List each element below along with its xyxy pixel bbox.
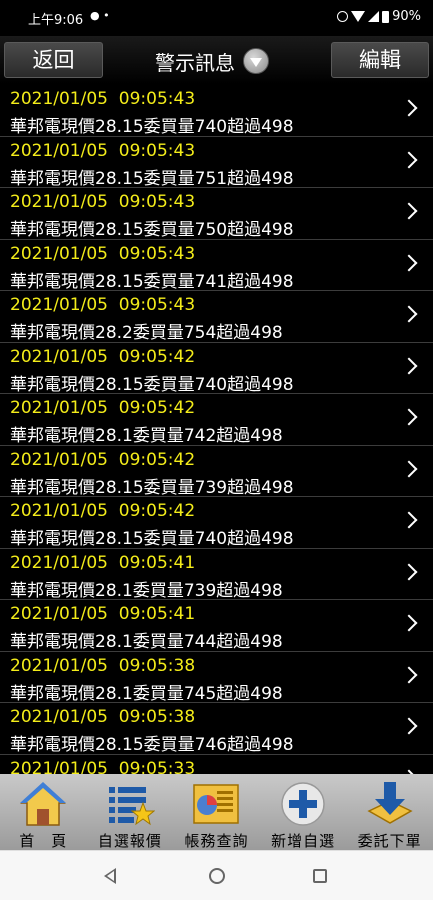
battery-level: 90%	[392, 9, 421, 24]
chevron-right-icon	[400, 666, 418, 683]
alert-row[interactable]: 2021/01/05 09:05:43 華邦電現價28.15委買量750超過498	[0, 188, 433, 240]
alert-message: 華邦電現價28.1委買量744超過498	[10, 632, 283, 652]
chevron-right-icon	[400, 151, 418, 168]
alert-timestamp: 2021/01/05 09:05:43	[10, 89, 196, 109]
nav-watchlist[interactable]: 自選報價	[87, 774, 174, 850]
alert-row[interactable]: 2021/01/05 09:05:42 華邦電現價28.15委買量740超過498	[0, 343, 433, 395]
alert-row[interactable]: 2021/01/05 09:05:42 華邦電現價28.1委買量742超過498	[0, 394, 433, 446]
alert-timestamp: 2021/01/05 09:05:38	[10, 655, 196, 676]
alert-timestamp: 2021/01/05 09:05:42	[10, 346, 196, 367]
alert-timestamp: 2021/01/05 09:05:38	[10, 707, 196, 727]
alert-message: 華邦電現價28.15委買量746超過498	[10, 735, 294, 755]
wifi-icon	[351, 11, 366, 22]
chevron-right-icon	[400, 408, 418, 426]
home-icon	[20, 782, 67, 826]
alert-timestamp: 2021/01/05 09:05:43	[10, 295, 196, 315]
alert-message: 華邦電現價28.15委買量740超過498	[10, 374, 294, 395]
chevron-right-icon	[400, 99, 418, 117]
alert-message: 華邦電現價28.15委買量741超過498	[10, 271, 294, 292]
alert-timestamp: 2021/01/05 09:05:42	[10, 398, 196, 418]
alert-row[interactable]: 2021/01/05 09:05:43 華邦電現價28.2委買量754超過498	[0, 291, 433, 343]
chevron-right-icon	[400, 717, 418, 735]
chevron-right-icon	[400, 254, 418, 271]
alert-row[interactable]: 2021/01/05 09:05:33	[0, 755, 433, 775]
chevron-right-icon	[400, 305, 418, 323]
title-bar: 返回 警示訊息 編輯	[0, 36, 433, 84]
system-back-icon[interactable]	[104, 868, 116, 884]
add-watchlist-icon	[281, 782, 325, 826]
alert-timestamp: 2021/01/05 09:05:42	[10, 449, 196, 470]
alert-timestamp: 2021/01/05 09:05:43	[10, 192, 196, 212]
chevron-right-icon	[400, 202, 418, 220]
account-query-icon	[193, 784, 240, 824]
page-title: 警示訊息	[155, 50, 235, 75]
back-button[interactable]: 返回	[4, 42, 103, 78]
nav-add-watchlist[interactable]: 新增自選	[260, 774, 347, 850]
alert-row[interactable]: 2021/01/05 09:05:41 華邦電現價28.1委買量739超過498	[0, 549, 433, 601]
system-nav-bar	[0, 850, 433, 900]
alert-message: 華邦電現價28.1委買量739超過498	[10, 580, 283, 601]
chevron-right-icon	[400, 614, 418, 632]
alert-list[interactable]: 2021/01/05 09:05:43 華邦電現價28.15委買量740超過498…	[0, 85, 433, 774]
alert-row[interactable]: 2021/01/05 09:05:43 華邦電現價28.15委買量751超過498	[0, 137, 433, 189]
alert-row[interactable]: 2021/01/05 09:05:43 華邦電現價28.15委買量740超過498	[0, 85, 433, 137]
alert-row[interactable]: 2021/01/05 09:05:43 華邦電現價28.15委買量741超過498	[0, 240, 433, 292]
alert-message: 華邦電現價28.15委買量740超過498	[10, 117, 294, 137]
place-order-icon	[367, 782, 413, 824]
alert-message: 華邦電現價28.15委買量740超過498	[10, 529, 294, 549]
status-icons: 90%	[337, 9, 421, 24]
alert-message: 華邦電現價28.1委買量745超過498	[10, 683, 283, 704]
watchlist-icon	[108, 787, 155, 826]
nav-place-order[interactable]: 委託下單	[346, 774, 433, 850]
alarm-icon	[337, 11, 349, 22]
nav-account-query[interactable]: 帳務查詢	[173, 774, 260, 850]
alert-row[interactable]: 2021/01/05 09:05:42 華邦電現價28.15委買量740超過498	[0, 497, 433, 549]
alert-row[interactable]: 2021/01/05 09:05:41 華邦電現價28.1委買量744超過498	[0, 600, 433, 652]
alert-message: 華邦電現價28.15委買量739超過498	[10, 477, 294, 498]
chevron-right-icon	[400, 511, 418, 529]
chevron-right-icon	[400, 563, 418, 580]
alert-timestamp: 2021/01/05 09:05:41	[10, 552, 196, 573]
signal-icon	[368, 11, 380, 22]
nav-watchlist-label: 自選報價	[97, 832, 162, 850]
nav-home-label: 首 頁	[19, 832, 68, 850]
alert-row[interactable]: 2021/01/05 09:05:38 華邦電現價28.15委買量746超過498	[0, 703, 433, 755]
nav-place-order-label: 委託下單	[357, 832, 422, 850]
alert-message: 華邦電現價28.15委買量750超過498	[10, 220, 294, 240]
alert-message: 華邦電現價28.15委買量751超過498	[10, 168, 294, 189]
edit-button[interactable]: 編輯	[331, 42, 429, 78]
battery-icon	[382, 10, 390, 23]
alert-row[interactable]: 2021/01/05 09:05:38 華邦電現價28.1委買量745超過498	[0, 652, 433, 704]
system-home-icon[interactable]	[209, 868, 225, 884]
dropdown-arrow-icon[interactable]	[243, 48, 269, 74]
alert-timestamp: 2021/01/05 09:05:43	[10, 243, 196, 264]
alert-timestamp: 2021/01/05 09:05:41	[10, 604, 196, 624]
alert-timestamp: 2021/01/05 09:05:43	[10, 140, 196, 161]
chevron-right-icon	[400, 357, 418, 374]
system-recents-icon[interactable]	[313, 869, 327, 883]
chevron-right-icon	[400, 460, 418, 477]
line-notification-icon: ● •	[90, 9, 110, 22]
alert-message: 華邦電現價28.2委買量754超過498	[10, 323, 283, 343]
alert-row[interactable]: 2021/01/05 09:05:42 華邦電現價28.15委買量739超過498	[0, 446, 433, 498]
title-dropdown[interactable]: 警示訊息	[155, 46, 269, 76]
alert-timestamp: 2021/01/05 09:05:33	[10, 758, 196, 775]
nav-account-query-label: 帳務查詢	[184, 832, 249, 850]
status-time: 上午9:06	[28, 13, 84, 28]
bottom-nav: 首 頁 自選報價 帳務查詢 新增自選 委託下單	[0, 774, 433, 850]
nav-add-watchlist-label: 新增自選	[271, 832, 336, 850]
alert-message: 華邦電現價28.1委買量742超過498	[10, 426, 283, 446]
status-bar: 上午9:06 ● • 90%	[0, 0, 433, 36]
nav-home[interactable]: 首 頁	[0, 774, 87, 850]
alert-timestamp: 2021/01/05 09:05:42	[10, 501, 196, 521]
